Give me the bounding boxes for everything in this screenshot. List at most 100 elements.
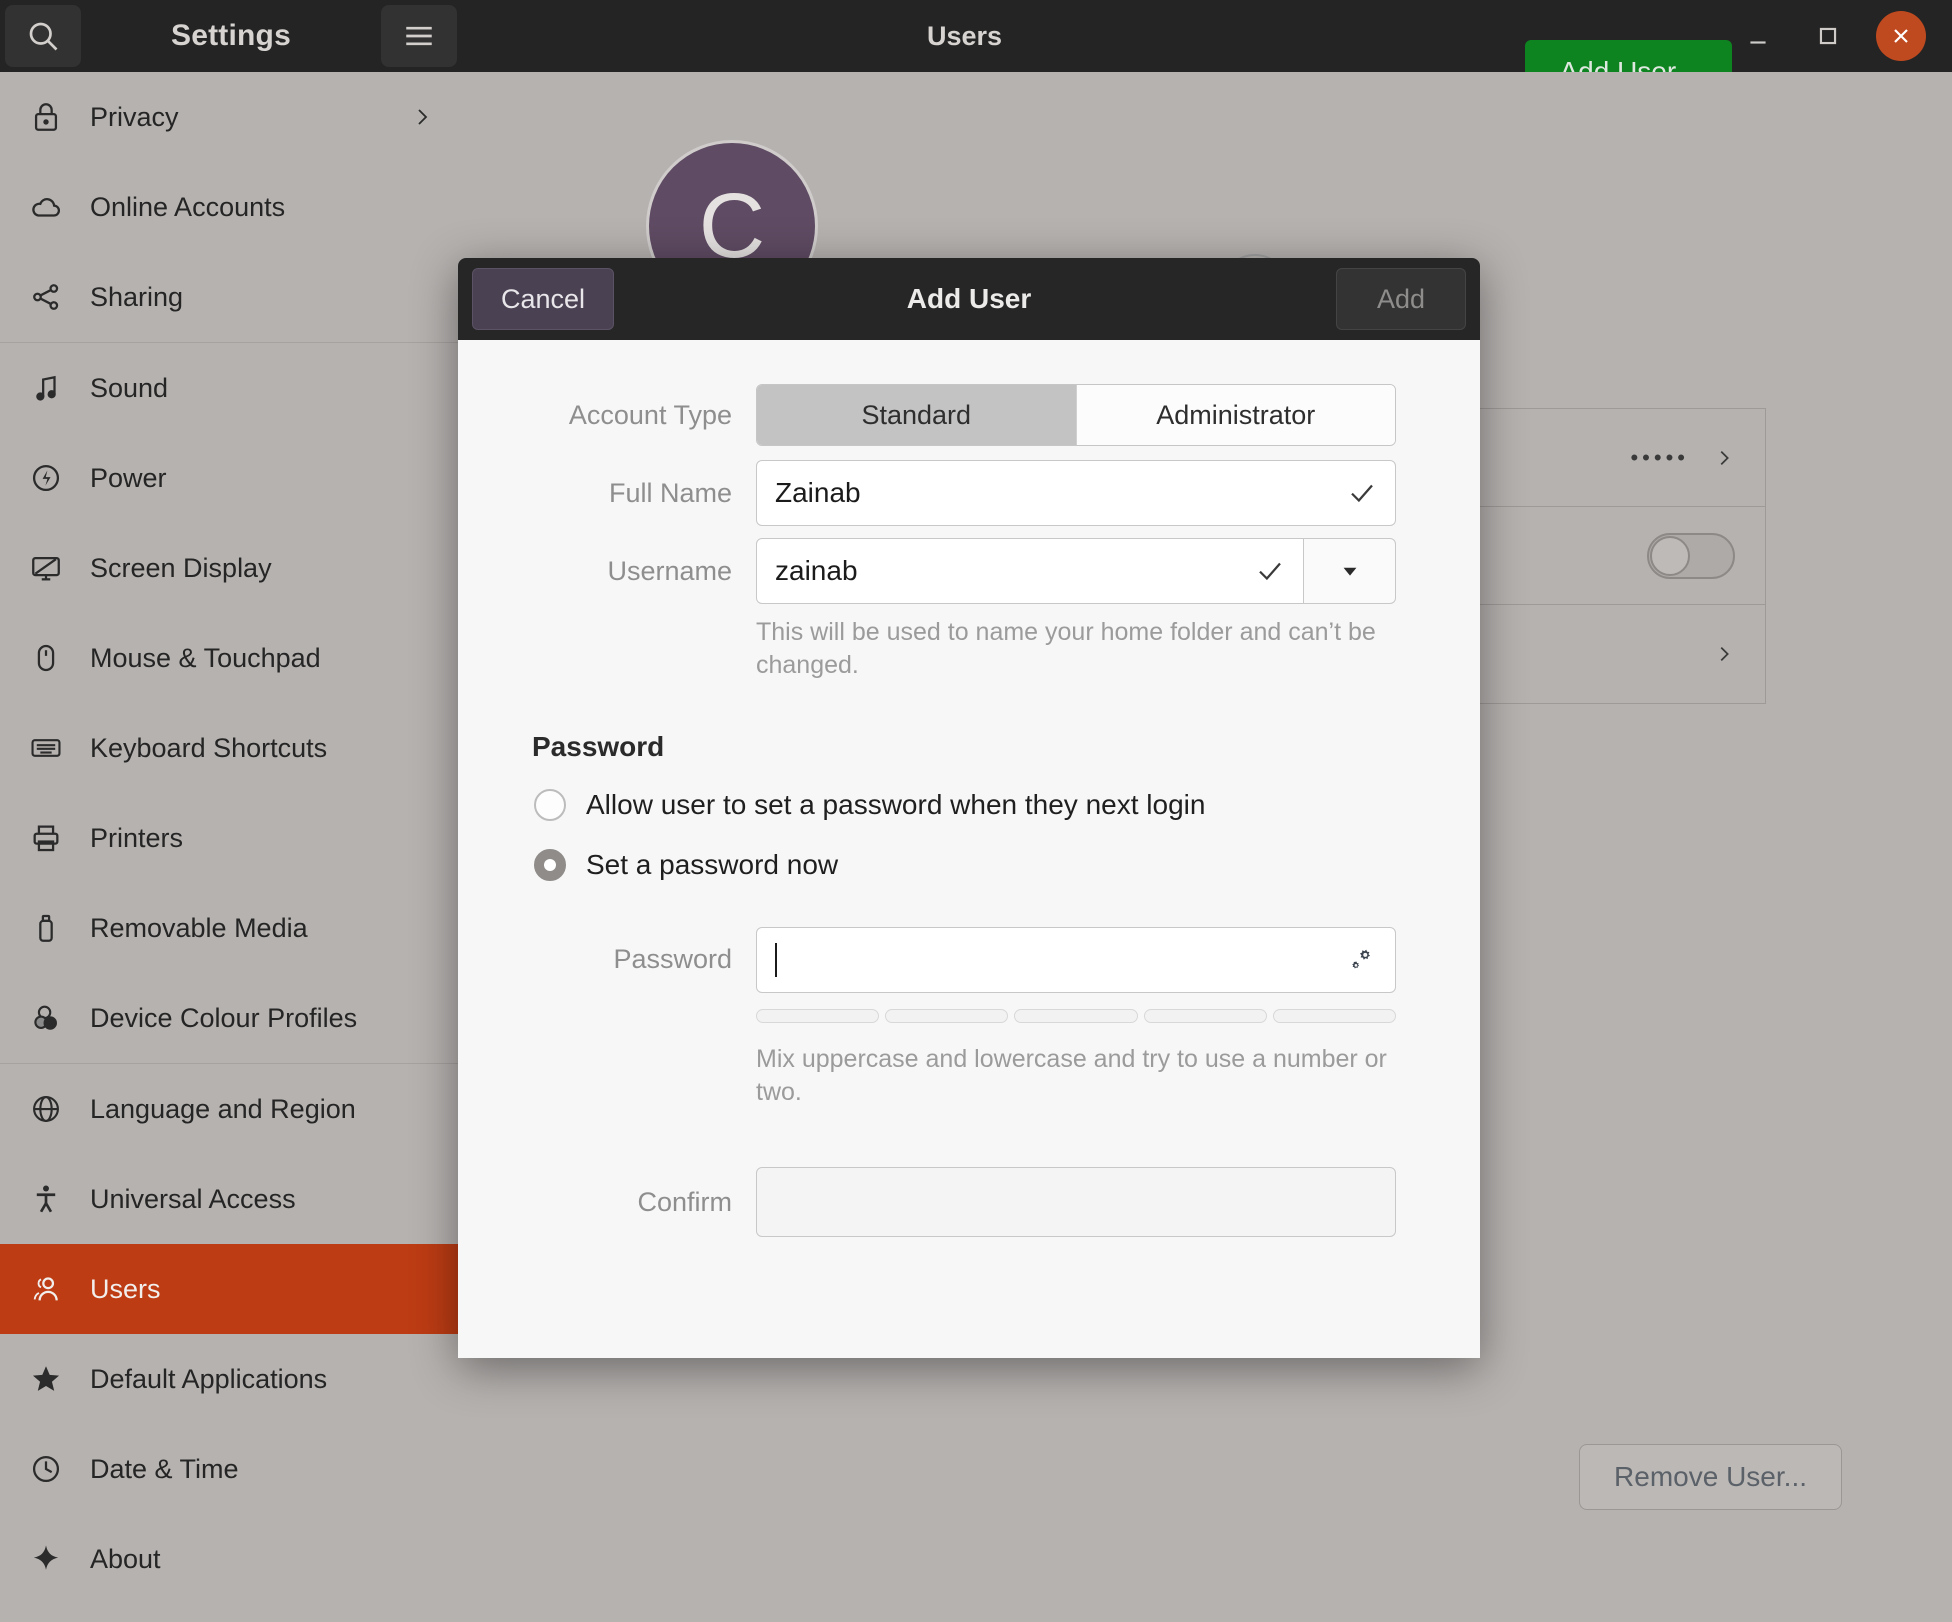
- username-dropdown-button[interactable]: [1304, 538, 1396, 604]
- maximize-icon: [1815, 23, 1841, 49]
- username-combo[interactable]: zainab: [756, 538, 1396, 604]
- sidebar-item-device-colour-profiles[interactable]: Device Colour Profiles: [0, 973, 474, 1063]
- confirm-label: Confirm: [637, 1186, 732, 1217]
- sidebar-item-label: About: [90, 1543, 161, 1574]
- main-menu-button[interactable]: [381, 5, 457, 67]
- star-icon: [18, 1362, 74, 1396]
- checkmark-icon: [1347, 478, 1377, 508]
- lock-icon: [18, 100, 74, 134]
- cancel-button[interactable]: Cancel: [472, 268, 615, 330]
- sidebar-item-label: Device Colour Profiles: [90, 1002, 358, 1033]
- password-label: Password: [613, 944, 732, 974]
- cloud-icon: [18, 190, 74, 224]
- chevron-right-icon: [410, 105, 434, 129]
- strength-segment: [885, 1008, 1009, 1023]
- full-name-label: Full Name: [608, 477, 732, 508]
- gear-generate-icon[interactable]: [1345, 944, 1377, 976]
- radio-allow-later-label: Allow user to set a password when they n…: [586, 788, 1206, 820]
- sidebar-item-about[interactable]: About: [0, 1514, 474, 1604]
- radio-set-now[interactable]: Set a password now: [534, 839, 1404, 891]
- accessibility-icon: [18, 1182, 74, 1216]
- account-type-segmented[interactable]: Standard Administrator: [756, 384, 1396, 446]
- full-name-row: Full Name Zainab: [534, 460, 1404, 526]
- minimize-button[interactable]: [1736, 14, 1780, 58]
- password-section-heading: Password: [532, 730, 665, 762]
- color-circles-icon: [18, 1001, 74, 1035]
- power-bolt-icon: [18, 461, 74, 495]
- titlebar: Settings Users Add User...: [0, 0, 1952, 104]
- search-button[interactable]: [5, 5, 81, 67]
- sidebar-item-keyboard-shortcuts[interactable]: Keyboard Shortcuts: [0, 703, 474, 793]
- account-type-option-standard[interactable]: Standard: [757, 385, 1076, 445]
- username-row: Username zainab: [534, 538, 1404, 604]
- strength-segment: [1143, 1008, 1267, 1023]
- sidebar-item-sound[interactable]: Sound: [0, 343, 474, 433]
- chevron-right-icon: [1713, 643, 1735, 665]
- username-label: Username: [607, 555, 732, 586]
- sidebar-item-users[interactable]: Users: [0, 1244, 474, 1334]
- sidebar-item-label: Users: [90, 1273, 161, 1304]
- sidebar-item-label: Universal Access: [90, 1183, 296, 1214]
- printer-icon: [18, 821, 74, 855]
- radio-button-checked[interactable]: [534, 848, 566, 881]
- sidebar-item-label: Default Applications: [90, 1363, 328, 1394]
- password-dots: •••••: [1630, 444, 1689, 470]
- sidebar-item-label: Privacy: [90, 101, 179, 132]
- sidebar-item-label: Power: [90, 462, 167, 493]
- sidebar-item-default-applications[interactable]: Default Applications: [0, 1334, 474, 1424]
- account-type-label: Account Type: [568, 399, 732, 430]
- users-icon: [18, 1272, 74, 1306]
- sidebar-item-online-accounts[interactable]: Online Accounts: [0, 162, 474, 252]
- search-icon: [25, 18, 61, 54]
- sidebar-item-label: Removable Media: [90, 912, 308, 943]
- radio-allow-later[interactable]: Allow user to set a password when they n…: [534, 779, 1404, 831]
- checkmark-icon: [1255, 556, 1285, 586]
- music-note-icon: [18, 371, 74, 405]
- hamburger-icon: [402, 19, 436, 53]
- full-name-input[interactable]: Zainab: [756, 460, 1396, 526]
- sidebar-item-printers[interactable]: Printers: [0, 793, 474, 883]
- strength-segment: [756, 1008, 880, 1023]
- sidebar-item-label: Sound: [90, 372, 169, 403]
- sidebar-item-mouse-touchpad[interactable]: Mouse & Touchpad: [0, 613, 474, 703]
- sidebar-item-privacy[interactable]: Privacy: [0, 72, 474, 162]
- settings-window: Settings Users Add User...: [0, 0, 1952, 1622]
- maximize-button[interactable]: [1806, 14, 1850, 58]
- confirm-row: Confirm: [534, 1167, 1404, 1237]
- sparkle-icon: [18, 1542, 74, 1576]
- close-icon: [1889, 24, 1913, 48]
- clock-icon: [18, 1452, 74, 1486]
- confirm-input[interactable]: [756, 1167, 1396, 1237]
- mouse-icon: [18, 641, 74, 675]
- close-button[interactable]: [1876, 11, 1926, 61]
- sidebar-item-language-and-region[interactable]: Language and Region: [0, 1064, 474, 1154]
- full-name-value: Zainab: [775, 477, 861, 508]
- password-row: Password: [534, 926, 1404, 993]
- sidebar-item-removable-media[interactable]: Removable Media: [0, 883, 474, 973]
- text-caret: [775, 942, 777, 977]
- sidebar-item-sharing[interactable]: Sharing: [0, 252, 474, 342]
- automatic-login-toggle[interactable]: [1647, 532, 1735, 579]
- add-button[interactable]: Add: [1335, 268, 1466, 330]
- sidebar-item-label: Language and Region: [90, 1093, 356, 1124]
- app-title: Settings: [171, 19, 291, 52]
- username-value: zainab: [775, 555, 858, 586]
- radio-button-unchecked[interactable]: [534, 788, 566, 821]
- globe-icon: [18, 1092, 74, 1126]
- sidebar[interactable]: Privacy Online Accounts Sharing Sound Po…: [0, 72, 474, 1622]
- password-strength-meter: [756, 1008, 1397, 1023]
- sidebar-item-screen-display[interactable]: Screen Display: [0, 523, 474, 613]
- password-hint: Mix uppercase and lowercase and try to u…: [756, 1044, 1387, 1106]
- sidebar-item-label: Printers: [90, 822, 184, 853]
- sidebar-item-date-and-time[interactable]: Date & Time: [0, 1424, 474, 1514]
- sidebar-item-label: Mouse & Touchpad: [90, 642, 321, 673]
- sidebar-item-universal-access[interactable]: Universal Access: [0, 1154, 474, 1244]
- dialog-title: Add User: [906, 283, 1032, 314]
- minimize-icon: [1745, 23, 1771, 49]
- username-input[interactable]: zainab: [756, 538, 1304, 604]
- password-input[interactable]: [756, 926, 1396, 993]
- account-type-option-administrator[interactable]: Administrator: [1075, 385, 1395, 445]
- remove-user-button[interactable]: Remove User...: [1579, 1444, 1842, 1510]
- strength-segment: [1272, 1008, 1397, 1023]
- sidebar-item-power[interactable]: Power: [0, 433, 474, 523]
